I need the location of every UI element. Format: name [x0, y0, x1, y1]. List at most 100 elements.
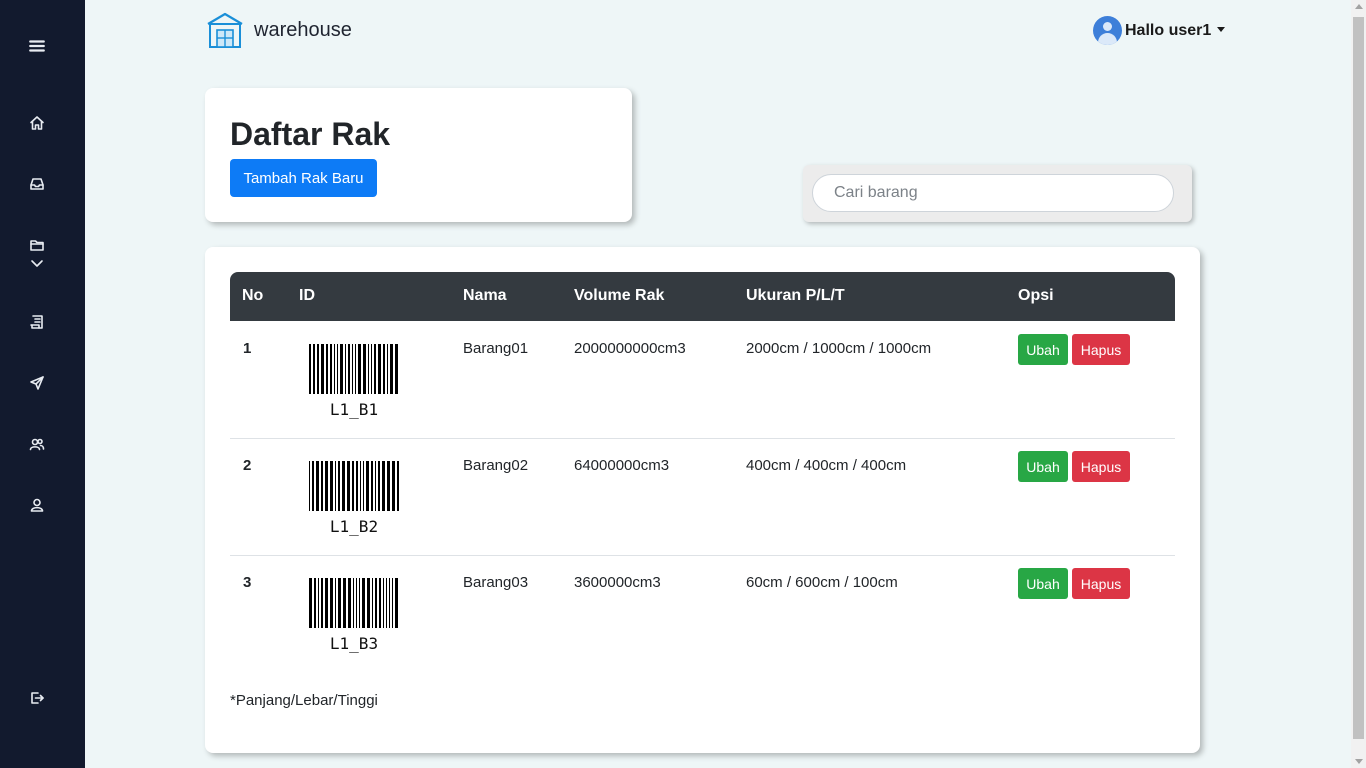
delete-button[interactable]: Hapus	[1072, 451, 1130, 482]
barcode-bar	[343, 578, 346, 628]
row-ukuran: 400cm / 400cm / 400cm	[746, 457, 907, 474]
barcode-bar	[326, 344, 328, 394]
barcode-bar	[309, 461, 310, 511]
barcode-bar	[325, 461, 328, 511]
edit-button[interactable]: Ubah	[1018, 451, 1068, 482]
users-icon[interactable]	[22, 429, 52, 459]
user-menu[interactable]: Hallo user1	[1093, 16, 1226, 45]
barcode-bar	[390, 344, 393, 394]
menu-icon[interactable]	[22, 31, 52, 61]
barcode-bar	[347, 461, 350, 511]
barcode-bar	[337, 344, 338, 394]
user-icon[interactable]	[22, 490, 52, 520]
barcode-bar	[309, 344, 311, 394]
row-volume: 64000000cm3	[574, 457, 670, 474]
barcode-bar	[345, 344, 346, 394]
add-rack-button[interactable]: Tambah Rak Baru	[230, 159, 377, 197]
delete-button[interactable]: Hapus	[1072, 334, 1130, 365]
scroll-thumb[interactable]	[1353, 17, 1364, 739]
inbox-icon[interactable]	[22, 169, 52, 199]
row-volume: 3600000cm3	[574, 574, 661, 591]
table-header: No ID Nama Volume Rak Ukuran P/L/T Opsi	[230, 272, 1175, 321]
barcode-bar	[397, 461, 399, 511]
barcode-bar	[363, 461, 364, 511]
header-ukuran: Ukuran P/L/T	[746, 287, 845, 304]
barcode-image	[309, 344, 398, 394]
avatar	[1093, 16, 1122, 45]
dimension-note: *Panjang/Lebar/Tinggi	[230, 692, 378, 709]
warehouse-icon	[207, 12, 243, 48]
scroll-down-icon[interactable]	[1355, 759, 1363, 764]
chevron-down-icon[interactable]	[22, 248, 52, 278]
barcode-bar	[325, 578, 328, 628]
barcode-bar	[372, 578, 373, 628]
barcode-bar	[363, 344, 366, 394]
barcode-bar	[317, 344, 319, 394]
barcode-bar	[358, 344, 361, 394]
row-ukuran: 2000cm / 1000cm / 1000cm	[746, 340, 932, 357]
barcode-bar	[342, 461, 345, 511]
logout-icon[interactable]	[22, 683, 52, 713]
barcode-bar	[383, 578, 384, 628]
search-input[interactable]	[812, 174, 1174, 212]
barcode-bar	[360, 461, 361, 511]
page-scrollbar[interactable]	[1351, 0, 1366, 768]
barcode-bar	[392, 578, 393, 628]
row-no: 1	[243, 340, 252, 357]
barcode-bar	[362, 578, 365, 628]
barcode-bar	[338, 461, 340, 511]
barcode-bar	[330, 461, 333, 511]
barcode-bar	[392, 461, 395, 511]
barcode-bar	[352, 461, 354, 511]
barcode-bar	[395, 344, 398, 394]
table-row: 1 L1_B1 Barang01 2000000000cm3 2000cm / …	[230, 322, 1175, 439]
search-card	[803, 165, 1192, 222]
barcode-bar	[387, 461, 390, 511]
barcode-bar	[383, 344, 385, 394]
home-icon[interactable]	[22, 108, 52, 138]
rack-table-card: No ID Nama Volume Rak Ukuran P/L/T Opsi …	[205, 247, 1200, 753]
barcode-bar	[359, 578, 360, 628]
barcode-label: L1_B1	[329, 400, 379, 419]
barcode-bar	[375, 578, 377, 628]
barcode-bar	[367, 578, 370, 628]
barcode-bar	[356, 578, 357, 628]
barcode-bar	[389, 578, 390, 628]
page-title: Daftar Rak	[230, 116, 391, 152]
scroll-up-icon[interactable]	[1355, 4, 1363, 9]
barcode-bar	[321, 578, 323, 628]
barcode-bar	[379, 578, 381, 628]
barcode-bar	[375, 461, 376, 511]
header-nama: Nama	[463, 287, 507, 304]
barcode-bar	[395, 578, 398, 628]
header-volume: Volume Rak	[574, 287, 665, 304]
brand[interactable]: warehouse	[206, 11, 352, 49]
document-icon[interactable]	[22, 307, 52, 337]
title-card: Daftar Rak Tambah Rak Baru	[205, 88, 632, 222]
barcode-bar	[309, 578, 312, 628]
barcode-bar	[352, 344, 353, 394]
user-greeting: Hallo user1	[1125, 21, 1212, 39]
send-icon[interactable]	[22, 368, 52, 398]
barcode-bar	[321, 461, 323, 511]
row-nama: Barang01	[463, 340, 529, 357]
row-volume: 2000000000cm3	[574, 340, 686, 357]
barcode-bar	[368, 344, 369, 394]
header-no: No	[242, 287, 264, 304]
edit-button[interactable]: Ubah	[1018, 334, 1068, 365]
barcode-bar	[312, 461, 314, 511]
barcode-bar	[330, 578, 333, 628]
barcode-bar	[338, 578, 341, 628]
barcode-image	[309, 461, 399, 511]
barcode-label: L1_B2	[329, 517, 379, 536]
delete-button[interactable]: Hapus	[1072, 568, 1130, 599]
barcode-bar	[382, 461, 385, 511]
barcode-bar	[353, 578, 354, 628]
table-row: 3 L1_B3 Barang03 3600000cm3 60cm / 600cm…	[230, 556, 1175, 673]
row-nama: Barang03	[463, 574, 529, 591]
barcode-bar	[335, 461, 336, 511]
edit-button[interactable]: Ubah	[1018, 568, 1068, 599]
barcode-bar	[355, 344, 356, 394]
caret-down-icon	[1217, 27, 1226, 32]
row-nama: Barang02	[463, 457, 529, 474]
